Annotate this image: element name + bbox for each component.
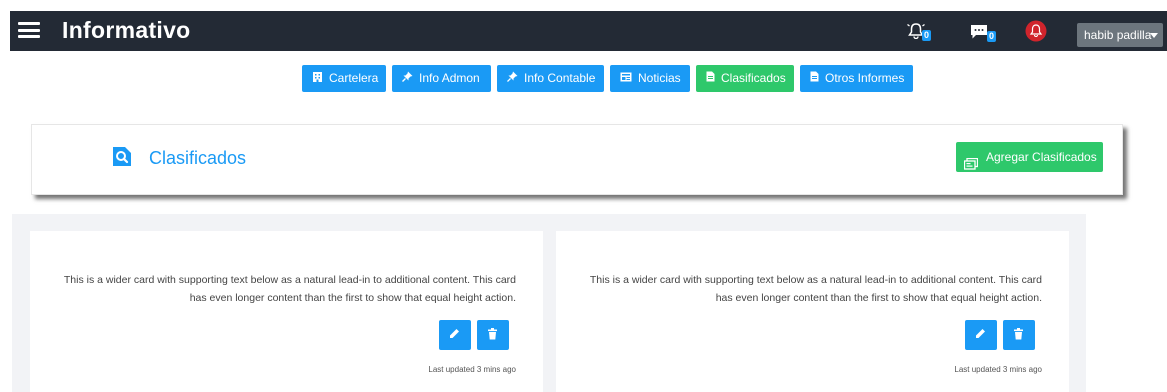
notifications-badge: 0 <box>922 30 932 41</box>
trash-icon <box>1014 328 1023 340</box>
alarm-icon <box>1025 20 1047 42</box>
caret-down-icon <box>1150 33 1158 38</box>
user-name: habib padilla <box>1084 28 1152 42</box>
message-icon <box>971 25 987 39</box>
newspaper-icon <box>620 65 632 92</box>
add-listing-icon <box>963 151 979 181</box>
pin-icon <box>402 65 413 92</box>
classified-card: This is a wider card with supporting tex… <box>30 231 543 392</box>
card-text: This is a wider card with supporting tex… <box>63 274 516 304</box>
search-file-icon <box>112 146 132 172</box>
tab-info-admon[interactable]: Info Admon <box>392 65 491 92</box>
messages-link[interactable]: 0 <box>970 24 997 45</box>
messages-badge: 0 <box>987 31 997 42</box>
tab-otros-informes[interactable]: Otros Informes <box>800 65 913 92</box>
notifications-bell[interactable]: 0 <box>907 22 932 44</box>
tab-label: Otros Informes <box>825 71 905 85</box>
tab-label: Clasificados <box>721 71 786 85</box>
add-button-label: Agregar Clasificados <box>986 150 1097 164</box>
file-icon <box>810 65 819 92</box>
tab-label: Info Contable <box>524 71 596 85</box>
add-clasificados-button[interactable]: Agregar Clasificados <box>956 142 1103 172</box>
building-icon <box>312 65 323 92</box>
tab-cartelera[interactable]: Cartelera <box>302 65 386 92</box>
tab-label: Info Admon <box>419 71 480 85</box>
tab-clasificados[interactable]: Clasificados <box>696 65 794 92</box>
file-icon <box>706 65 715 92</box>
last-updated: Last updated 3 mins ago <box>954 365 1042 374</box>
top-navbar: Informativo 0 0 habib padilla <box>10 11 1167 51</box>
pencil-icon <box>450 329 459 338</box>
trash-icon <box>488 328 497 340</box>
classified-card: This is a wider card with supporting tex… <box>556 231 1069 392</box>
tab-noticias[interactable]: Noticias <box>610 65 690 92</box>
delete-button[interactable] <box>1003 320 1035 350</box>
tab-label: Noticias <box>638 71 681 85</box>
edit-button[interactable] <box>965 320 997 350</box>
card-text: This is a wider card with supporting tex… <box>589 274 1042 304</box>
pencil-icon <box>976 329 985 338</box>
last-updated: Last updated 3 mins ago <box>428 365 516 374</box>
app-title: Informativo <box>62 17 191 43</box>
menu-icon[interactable] <box>18 22 40 38</box>
user-dropdown[interactable]: habib padilla <box>1077 23 1163 47</box>
pin-icon <box>507 65 518 92</box>
page-title: Clasificados <box>149 148 247 168</box>
alarm-button[interactable] <box>1025 20 1047 47</box>
edit-button[interactable] <box>439 320 471 350</box>
delete-button[interactable] <box>477 320 509 350</box>
tab-label: Cartelera <box>329 71 379 85</box>
tab-info-contable[interactable]: Info Contable <box>497 65 604 92</box>
